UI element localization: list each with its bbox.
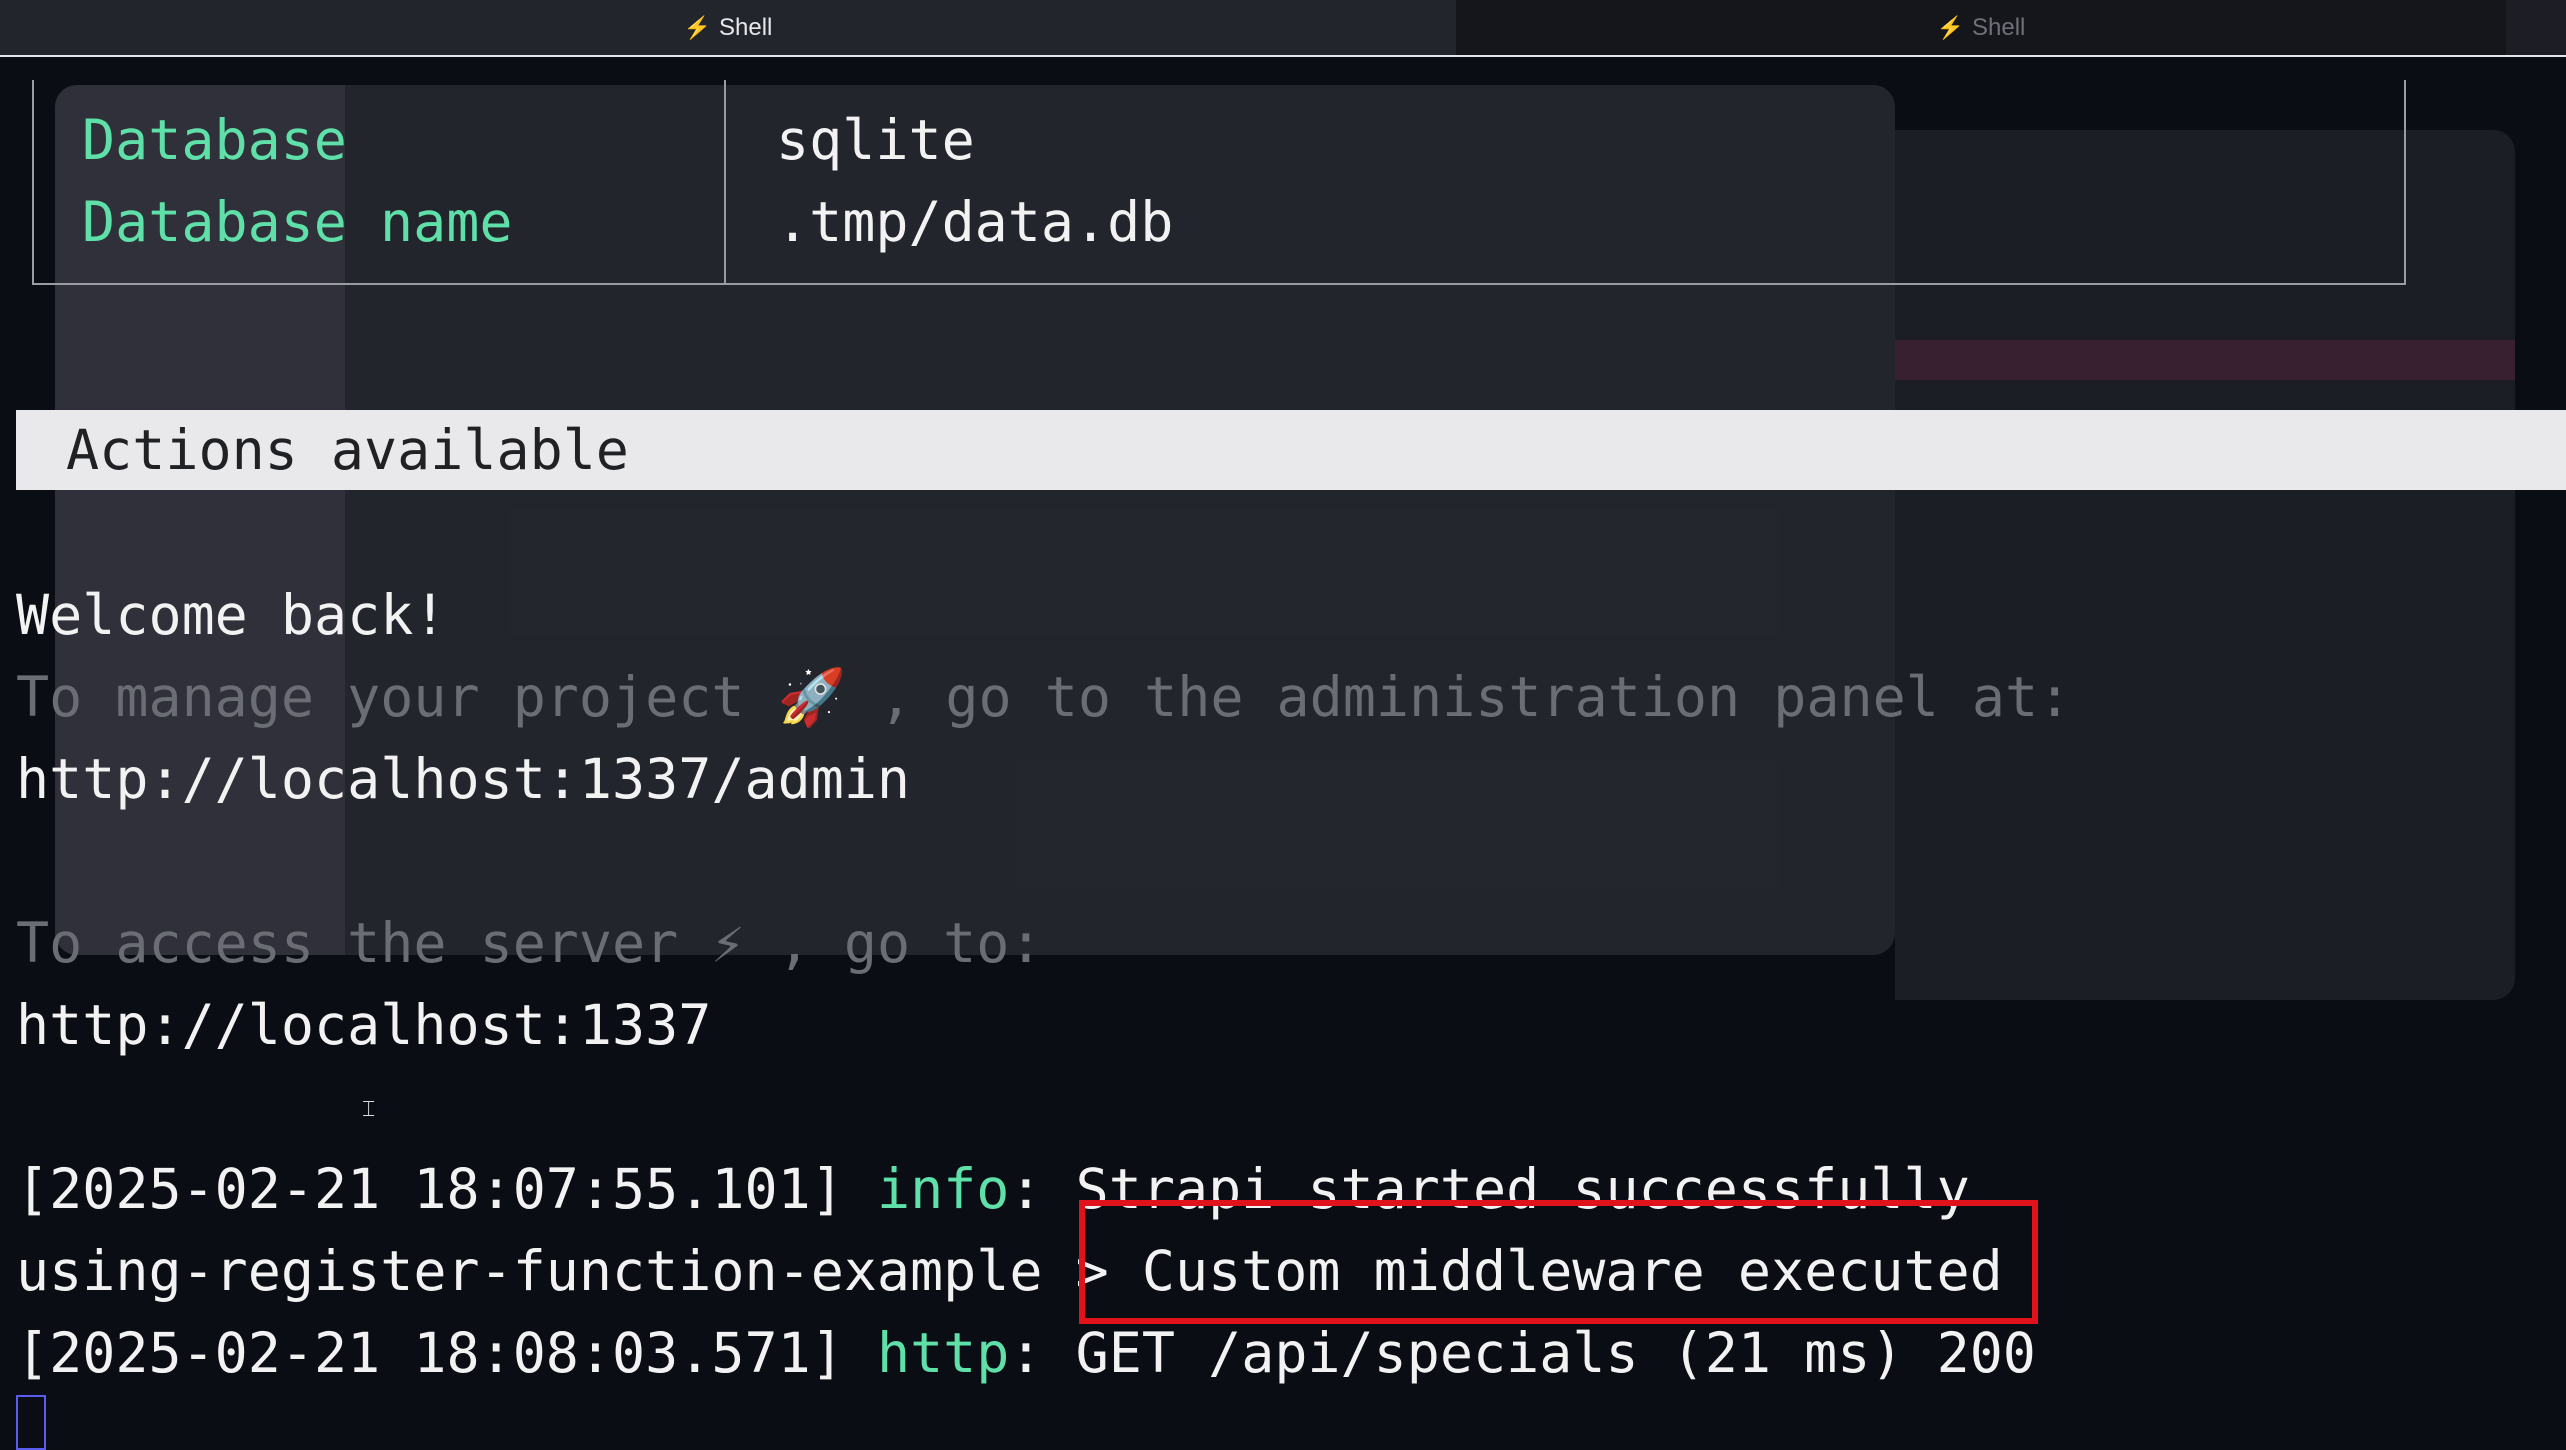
terminal-cursor [16, 1395, 46, 1450]
manage-suffix: , go to the administration panel at: [846, 665, 2072, 729]
tab-label: Shell [1972, 13, 2026, 41]
table-column-divider [724, 80, 726, 283]
tab-shell-active[interactable]: ⚡ Shell [0, 0, 1456, 55]
terminal-output[interactable]: Database sqlite Database name .tmp/data.… [0, 57, 2566, 1450]
admin-url[interactable]: http://localhost:1337/admin [16, 738, 910, 820]
rocket-icon: 🚀 [777, 665, 847, 729]
bolt-icon: ⚡ [1936, 14, 1965, 40]
log-timestamp: [2025-02-21 18:08:03.571] [16, 1321, 844, 1385]
server-url[interactable]: http://localhost:1337 [16, 984, 711, 1066]
highlight-annotation-box [1079, 1200, 2038, 1324]
log-level-http: http [876, 1321, 1010, 1385]
log-message: GET /api/specials (21 ms) 200 [1042, 1321, 2036, 1385]
log-line-http: [2025-02-21 18:08:03.571] http: GET /api… [16, 1312, 2036, 1394]
log-timestamp: [2025-02-21 18:07:55.101] [16, 1157, 844, 1221]
bolt-icon: ⚡ [683, 14, 712, 40]
db-value-database: sqlite [776, 108, 975, 172]
manage-prefix: To manage your project [16, 665, 778, 729]
tab-bar: ⚡ Shell ⚡ Shell [0, 0, 2566, 55]
access-prefix: To access the server [16, 911, 712, 975]
log-separator: : [1009, 1321, 1043, 1385]
lightning-icon: ⚡ [711, 911, 745, 975]
mouse-pointer-icon: ⌶ [362, 1097, 376, 1122]
access-suffix: , go to: [744, 911, 1043, 975]
tab-bar-extra [2506, 0, 2566, 55]
tab-shell-inactive[interactable]: ⚡ Shell [1456, 0, 2506, 55]
welcome-line: Welcome back! [16, 583, 447, 647]
manage-line: To manage your project 🚀 , go to the adm… [16, 656, 2071, 738]
db-key-database: Database [82, 108, 347, 172]
tab-label: Shell [719, 13, 773, 41]
log-prefix: using-register-function-example > [16, 1239, 1142, 1303]
log-separator: : [1009, 1157, 1043, 1221]
actions-banner: Actions available [16, 410, 2566, 490]
access-line: To access the server ⚡ , go to: [16, 902, 1043, 984]
db-value-database-name: .tmp/data.db [776, 190, 1174, 254]
log-level-info: info [876, 1157, 1010, 1221]
actions-banner-text: Actions available [66, 418, 629, 482]
db-key-database-name: Database name [82, 190, 513, 254]
